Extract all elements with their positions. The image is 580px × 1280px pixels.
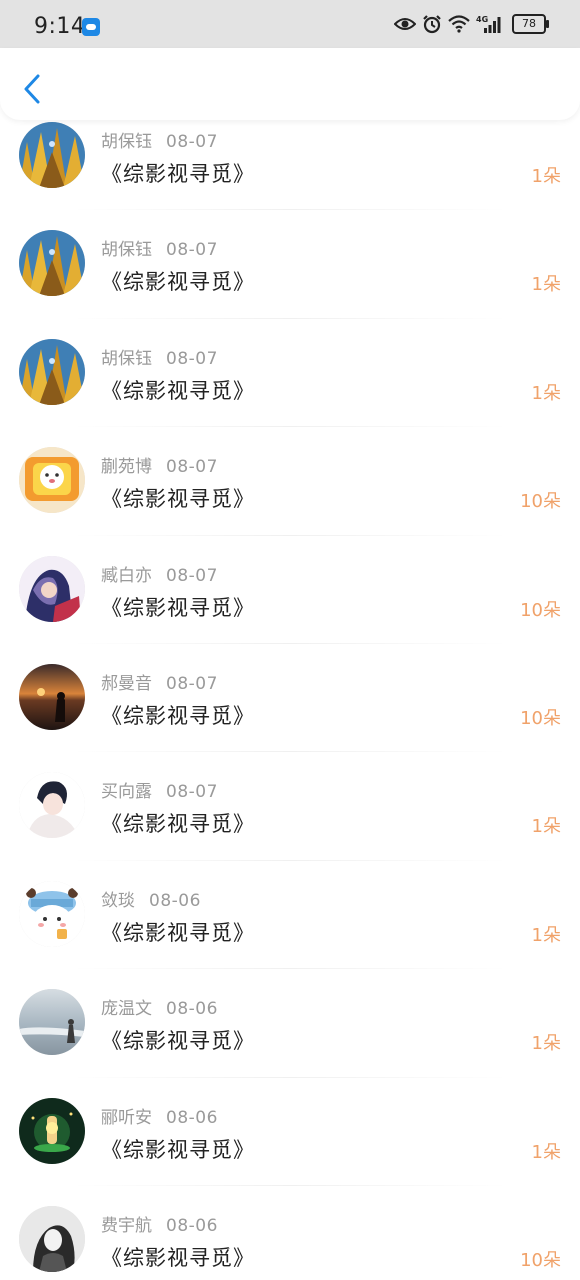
divider <box>70 968 510 970</box>
cellular-signal-icon: 4G <box>476 15 501 33</box>
book-title[interactable]: 《综影视寻觅》 <box>101 1134 255 1164</box>
cartoon-dog-avatar-icon[interactable] <box>19 447 85 514</box>
user-name[interactable]: 庞温文 <box>101 999 152 1019</box>
flower-count: 10朵 <box>520 599 561 621</box>
flower-count: 1朵 <box>531 924 561 946</box>
user-name[interactable]: 胡保钰 <box>101 132 152 152</box>
user-name[interactable]: 郝曼音 <box>101 674 152 694</box>
date-label: 08-07 <box>166 132 218 152</box>
flower-count: 10朵 <box>520 491 561 513</box>
list-item-meta: 蒯苑博 08-07 <box>101 452 218 477</box>
bw-girl-avatar-icon[interactable] <box>19 1206 85 1272</box>
flower-count: 10朵 <box>520 1250 561 1271</box>
date-label: 08-07 <box>166 565 218 586</box>
eye-icon <box>394 18 416 30</box>
divider <box>70 209 510 211</box>
autumn-trees-avatar-icon[interactable] <box>19 122 85 188</box>
gift-record-list: 胡保钰 08-07 《综影视寻觅》 1朵 胡保钰 08-07 《综影视寻觅》 1朵 胡保钰 0… <box>0 113 580 1280</box>
divider <box>70 859 510 861</box>
book-title[interactable]: 《综影视寻觅》 <box>101 266 255 296</box>
flower-count: 1朵 <box>531 1141 561 1163</box>
user-name[interactable]: 郦听安 <box>101 1108 152 1128</box>
flower-count: 1朵 <box>531 166 561 187</box>
alarm-icon <box>423 15 441 34</box>
svg-text:4G: 4G <box>476 15 488 24</box>
beach-girl-avatar-icon[interactable] <box>19 989 85 1056</box>
list-item[interactable]: 费宇航 08-06 《综影视寻觅》 10朵 <box>0 1197 580 1280</box>
anime-couple-avatar-icon[interactable] <box>19 555 85 622</box>
anime-boy-avatar-icon[interactable] <box>19 772 85 839</box>
battery-icon: 78 <box>512 14 549 34</box>
user-name[interactable]: 臧白亦 <box>101 566 152 586</box>
user-name[interactable]: 买向露 <box>101 782 152 802</box>
divider <box>70 534 510 536</box>
book-title[interactable]: 《综影视寻觅》 <box>101 158 255 188</box>
list-item-meta: 郦听安 08-06 <box>101 1103 218 1128</box>
date-label: 08-06 <box>166 999 218 1020</box>
flower-count: 1朵 <box>531 1033 561 1055</box>
list-item[interactable]: 胡保钰 08-07 《综影视寻觅》 1朵 <box>0 221 580 329</box>
list-item[interactable]: 郝曼音 08-07 《综影视寻觅》 10朵 <box>0 655 580 763</box>
flower-count: 10朵 <box>520 708 561 729</box>
app-notification-icon <box>82 18 100 36</box>
book-title[interactable]: 《综影视寻觅》 <box>101 483 255 513</box>
list-item-meta: 庞温文 08-06 <box>101 994 218 1019</box>
book-title[interactable]: 《综影视寻觅》 <box>101 375 255 405</box>
divider <box>70 1076 510 1078</box>
date-label: 08-06 <box>166 1107 218 1128</box>
date-label: 08-07 <box>166 240 218 261</box>
date-label: 08-07 <box>166 674 218 694</box>
date-label: 08-07 <box>166 782 218 803</box>
divider <box>70 1184 510 1186</box>
list-item-meta: 胡保钰 08-07 <box>101 235 218 260</box>
book-title[interactable]: 《综影视寻觅》 <box>101 917 255 947</box>
autumn-trees-avatar-icon[interactable] <box>19 338 85 405</box>
list-item[interactable]: 买向露 08-07 《综影视寻觅》 1朵 <box>0 763 580 871</box>
flower-count: 1朵 <box>531 382 561 404</box>
cartoon-bear-avatar-icon[interactable] <box>19 880 85 947</box>
list-item[interactable]: 郦听安 08-06 《综影视寻觅》 1朵 <box>0 1089 580 1197</box>
list-item[interactable]: 胡保钰 08-07 《综影视寻觅》 1朵 <box>0 113 580 221</box>
user-name[interactable]: 胡保钰 <box>101 349 152 369</box>
flower-count: 1朵 <box>531 274 561 296</box>
flower-count: 1朵 <box>531 816 561 838</box>
user-name[interactable]: 敛琰 <box>101 891 135 911</box>
date-label: 08-06 <box>149 890 201 911</box>
list-item[interactable]: 胡保钰 08-07 《综影视寻觅》 1朵 <box>0 330 580 438</box>
divider <box>70 751 510 753</box>
list-item-meta: 敛琰 08-06 <box>101 886 201 911</box>
glowing-bottle-avatar-icon[interactable] <box>19 1097 85 1164</box>
list-item[interactable]: 臧白亦 08-07 《综影视寻觅》 10朵 <box>0 547 580 655</box>
nav-bar <box>0 48 580 120</box>
book-title[interactable]: 《综影视寻觅》 <box>101 808 255 838</box>
user-name[interactable]: 费宇航 <box>101 1216 152 1236</box>
list-item-meta: 胡保钰 08-07 <box>101 344 218 369</box>
user-name[interactable]: 蒯苑博 <box>101 457 152 477</box>
list-item-meta: 郝曼音 08-07 <box>101 669 218 694</box>
list-item-meta: 胡保钰 08-07 <box>101 127 218 152</box>
sunset-person-avatar-icon[interactable] <box>19 664 85 730</box>
divider <box>70 642 510 644</box>
book-title[interactable]: 《综影视寻觅》 <box>101 1242 255 1272</box>
back-arrow-icon[interactable] <box>18 72 46 106</box>
divider <box>70 317 510 319</box>
autumn-trees-avatar-icon[interactable] <box>19 230 85 297</box>
wifi-icon <box>448 15 470 33</box>
system-icons: 4G 78 <box>394 14 549 34</box>
date-label: 08-06 <box>166 1216 218 1236</box>
list-item-meta: 臧白亦 08-07 <box>101 561 218 586</box>
date-label: 08-07 <box>166 457 218 478</box>
divider <box>70 426 510 428</box>
list-item-meta: 买向露 08-07 <box>101 777 218 802</box>
user-name[interactable]: 胡保钰 <box>101 240 152 260</box>
status-time: 9:14 <box>34 14 86 39</box>
list-item[interactable]: 庞温文 08-06 《综影视寻觅》 1朵 <box>0 980 580 1088</box>
list-item[interactable]: 蒯苑博 08-07 《综影视寻觅》 10朵 <box>0 438 580 546</box>
book-title[interactable]: 《综影视寻觅》 <box>101 592 255 622</box>
list-item-meta: 费宇航 08-06 <box>101 1211 218 1236</box>
list-item[interactable]: 敛琰 08-06 《综影视寻觅》 1朵 <box>0 872 580 980</box>
book-title[interactable]: 《综影视寻觅》 <box>101 700 255 730</box>
book-title[interactable]: 《综影视寻觅》 <box>101 1025 255 1055</box>
date-label: 08-07 <box>166 348 218 369</box>
